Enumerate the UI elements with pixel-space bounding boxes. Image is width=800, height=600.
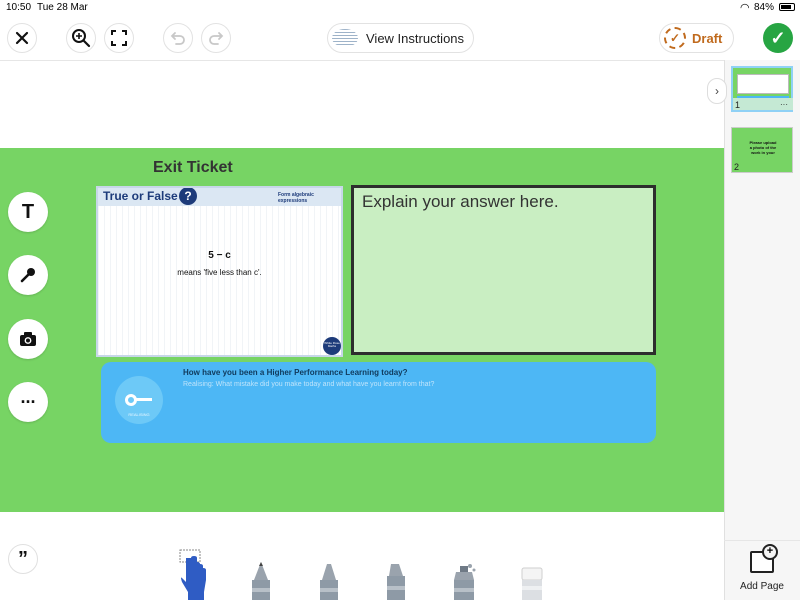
zoom-button[interactable] — [66, 23, 96, 53]
page-2-text: Please upload a photo of the work in you… — [749, 140, 777, 155]
spray-tool-icon[interactable] — [450, 562, 478, 600]
instructions-thumbnail-icon — [332, 29, 358, 47]
status-date: Tue 28 Mar — [37, 2, 88, 13]
true-false-subtitle: Form algebraic expressions — [278, 192, 314, 204]
wifi-icon: ◠ — [740, 2, 750, 14]
white-rose-maths-logo: White Rose Maths — [323, 337, 341, 355]
draft-label: Draft — [692, 30, 723, 46]
hand-tool-icon[interactable] — [178, 548, 210, 600]
page-number: 1 — [735, 100, 741, 110]
status-time: 10:50 — [6, 2, 32, 13]
collapse-panel-button[interactable]: › — [707, 78, 727, 104]
battery-icon — [779, 3, 795, 11]
eraser-tool-icon[interactable] — [519, 566, 545, 600]
marker-tool-icon[interactable] — [316, 562, 342, 600]
page-number: 2 — [734, 162, 740, 172]
ellipsis-icon: ··· — [20, 391, 37, 412]
hpl-question: How have you been a Higher Performance L… — [183, 368, 408, 377]
fullscreen-icon — [111, 30, 127, 46]
true-false-title: True or False — [103, 189, 178, 203]
view-instructions-label: View Instructions — [366, 30, 465, 46]
more-options-button[interactable]: ··· — [8, 382, 48, 422]
battery-percent: 84% — [754, 2, 775, 13]
card-grid-background — [98, 206, 341, 355]
hpl-realising-text: Realising: What mistake did you make tod… — [183, 381, 435, 388]
zoom-in-icon — [72, 29, 91, 48]
quote-icon: ” — [18, 547, 28, 570]
highlighter-tool-icon[interactable] — [383, 562, 409, 600]
algebra-expression: 5 − c — [208, 250, 231, 261]
view-instructions-button[interactable]: View Instructions — [327, 23, 474, 53]
undo-icon — [170, 32, 185, 45]
add-page-label[interactable]: Add Page — [730, 581, 794, 592]
explain-answer-textbox[interactable]: Explain your answer here. — [351, 185, 656, 355]
fullscreen-button[interactable] — [104, 23, 134, 53]
checkmark-icon: ✓ — [770, 27, 786, 48]
algebra-statement: means 'five less than c'. — [177, 268, 262, 277]
toolbar-divider — [0, 60, 800, 61]
explain-prompt: Explain your answer here. — [362, 192, 559, 211]
close-icon — [15, 31, 29, 45]
add-page-icon[interactable] — [750, 544, 778, 573]
redo-icon — [209, 32, 224, 45]
page-thumbnail-2[interactable]: Please upload a photo of the work in you… — [731, 127, 793, 173]
page-more-icon[interactable]: ··· — [780, 100, 788, 109]
question-mark-icon: ? — [179, 188, 197, 205]
close-button[interactable] — [7, 23, 37, 53]
microphone-icon — [20, 268, 35, 283]
realising-key-icon: REALISING — [115, 376, 163, 424]
text-tool-button[interactable]: T — [8, 192, 48, 232]
redo-button[interactable] — [201, 23, 231, 53]
draft-button[interactable]: ✓ Draft — [659, 23, 734, 53]
submit-button[interactable]: ✓ — [763, 23, 793, 53]
true-false-card: True or False ? Form algebraic expressio… — [96, 186, 343, 357]
quote-button[interactable]: ” — [8, 544, 38, 574]
draft-check-icon: ✓ — [664, 27, 686, 49]
page-thumbnail-1[interactable]: 1 ··· — [731, 66, 793, 112]
microphone-button[interactable] — [8, 255, 48, 295]
undo-button[interactable] — [163, 23, 193, 53]
logo-text: White Rose Maths — [324, 341, 340, 349]
chevron-right-icon: › — [715, 84, 719, 98]
pen-tool-icon[interactable] — [248, 560, 274, 600]
exit-ticket-heading: Exit Ticket — [153, 159, 233, 176]
status-bar: 10:50 Tue 28 Mar ◠ 84% — [0, 0, 800, 16]
camera-icon — [20, 332, 36, 346]
hpl-reflection-box: REALISING How have you been a Higher Per… — [101, 362, 656, 443]
text-icon: T — [21, 200, 35, 223]
realising-caption: REALISING — [128, 412, 150, 417]
camera-button[interactable] — [8, 319, 48, 359]
panel-divider — [724, 540, 800, 541]
